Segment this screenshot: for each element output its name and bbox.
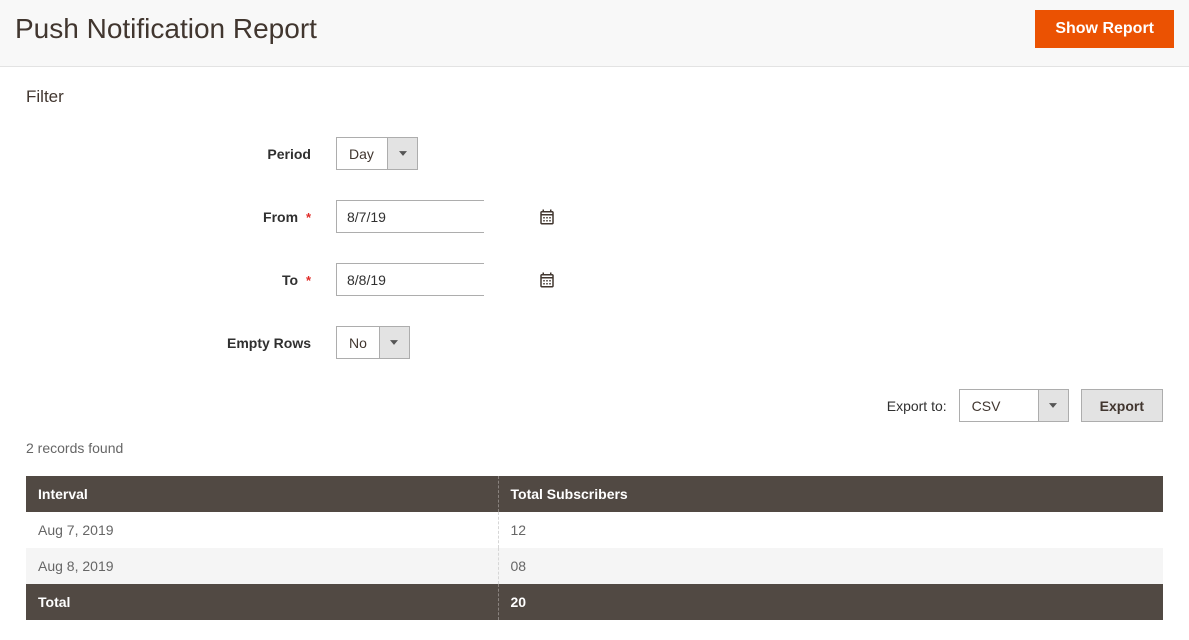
required-asterisk: * [306,273,311,288]
to-label-text: To [282,272,298,288]
calendar-icon[interactable] [538,201,556,232]
required-asterisk: * [306,210,311,225]
records-found: 2 records found [26,440,1163,456]
calendar-icon[interactable] [538,264,556,295]
page-header: Push Notification Report Show Report [0,0,1189,67]
chevron-down-icon [1038,390,1068,421]
to-row: To * [26,263,1163,296]
period-label: Period [26,146,321,162]
export-row: Export to: CSV Export [26,389,1163,422]
footer-label: Total [26,584,498,620]
period-select-value: Day [337,138,387,169]
table-row: Aug 7, 2019 12 [26,512,1163,548]
cell-total-subscribers: 08 [498,548,1163,584]
from-date-field[interactable] [336,200,484,233]
to-date-input[interactable] [337,264,538,295]
cell-interval: Aug 8, 2019 [26,548,498,584]
to-label: To * [26,272,321,288]
footer-total: 20 [498,584,1163,620]
from-label: From * [26,209,321,225]
empty-rows-select-value: No [337,327,379,358]
export-label: Export to: [887,398,947,414]
table-row: Aug 8, 2019 08 [26,548,1163,584]
from-row: From * [26,200,1163,233]
export-format-select[interactable]: CSV [959,389,1069,422]
from-label-text: From [263,209,298,225]
show-report-button[interactable]: Show Report [1035,10,1174,48]
chevron-down-icon [387,138,417,169]
cell-interval: Aug 7, 2019 [26,512,498,548]
empty-rows-label: Empty Rows [26,335,321,351]
period-row: Period Day [26,137,1163,170]
from-date-input[interactable] [337,201,538,232]
to-date-field[interactable] [336,263,484,296]
report-table: Interval Total Subscribers Aug 7, 2019 1… [26,476,1163,620]
column-header-total-subscribers[interactable]: Total Subscribers [498,476,1163,512]
column-header-interval[interactable]: Interval [26,476,498,512]
cell-total-subscribers: 12 [498,512,1163,548]
table-header-row: Interval Total Subscribers [26,476,1163,512]
empty-rows-select[interactable]: No [336,326,410,359]
filter-section-title: Filter [26,87,1163,107]
empty-rows-row: Empty Rows No [26,326,1163,359]
content-area: Filter Period Day From * [0,67,1189,640]
table-footer-row: Total 20 [26,584,1163,620]
period-select[interactable]: Day [336,137,418,170]
export-format-value: CSV [960,390,1038,421]
export-button[interactable]: Export [1081,389,1163,422]
page-title: Push Notification Report [15,13,317,45]
chevron-down-icon [379,327,409,358]
